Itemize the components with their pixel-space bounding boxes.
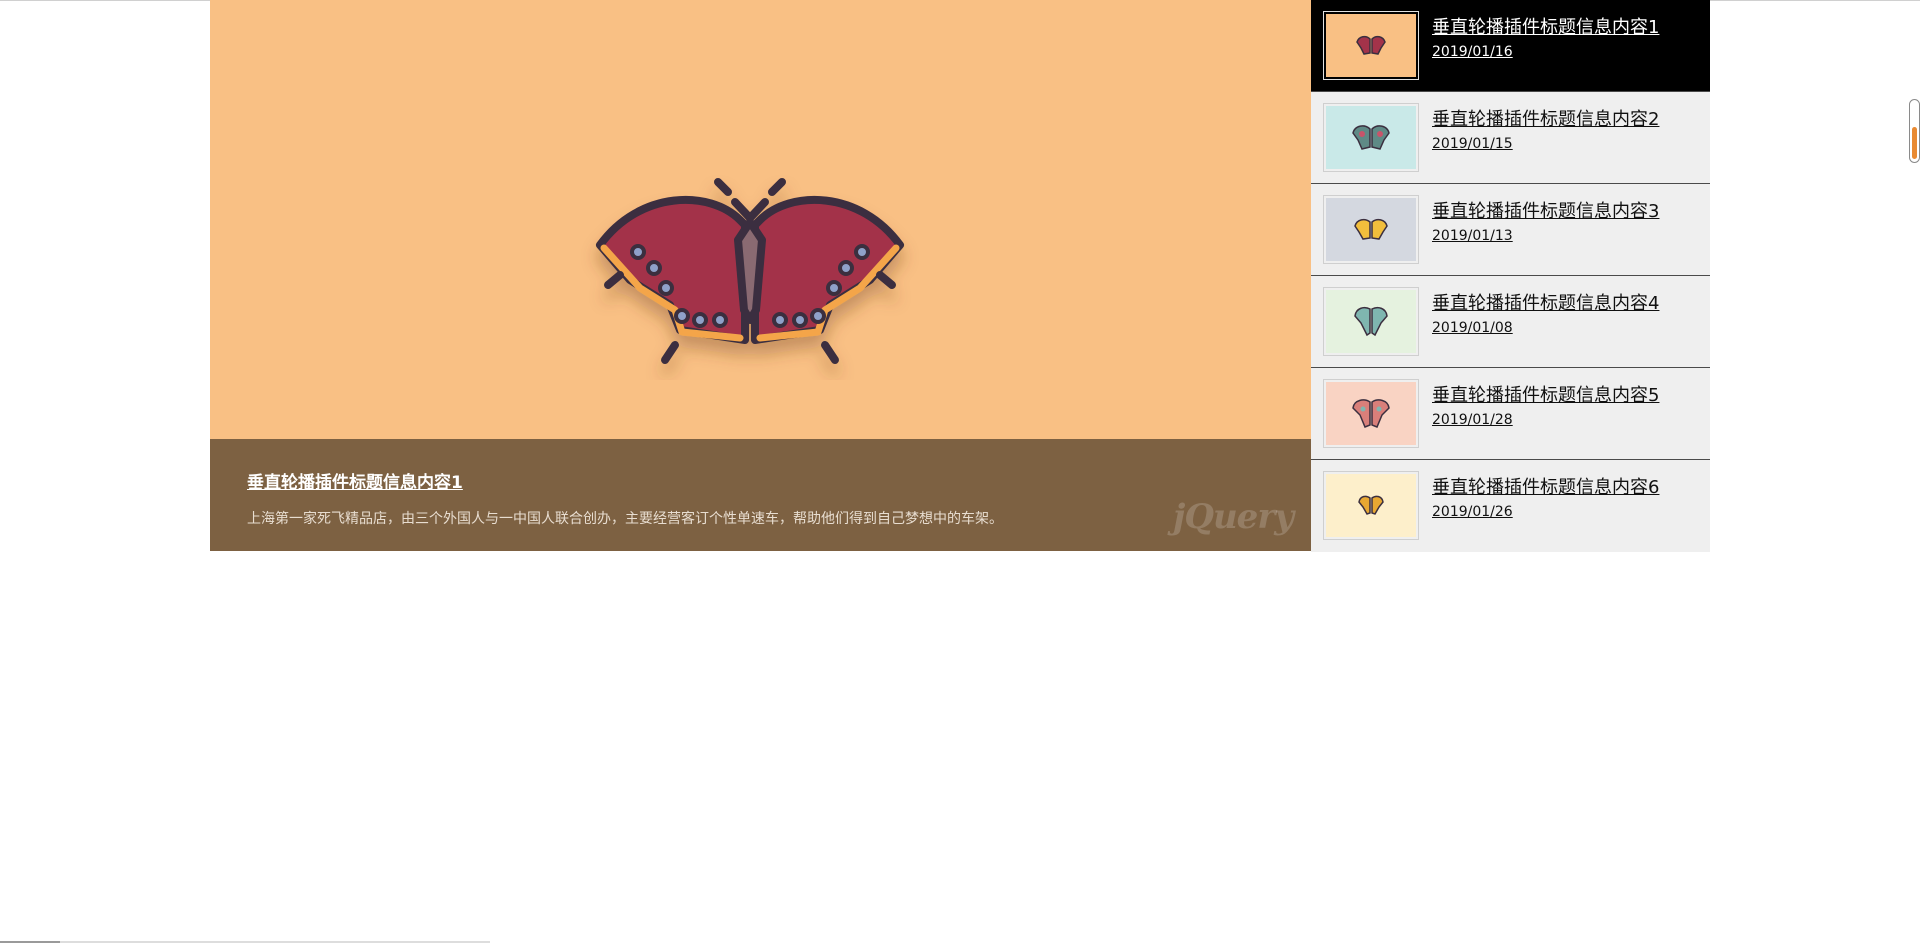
butterfly-icon bbox=[1352, 124, 1390, 150]
butterfly-icon bbox=[1356, 35, 1386, 55]
slide-caption: 垂直轮播插件标题信息内容1 上海第一家死飞精品店，由三个外国人与一中国人联合创办… bbox=[210, 439, 1311, 551]
slide-title-link[interactable]: 垂直轮播插件标题信息内容1 bbox=[247, 468, 463, 493]
page-scrollbar-thumb[interactable] bbox=[1912, 127, 1917, 159]
butterfly-icon bbox=[1352, 398, 1390, 428]
butterfly-icon bbox=[596, 178, 904, 364]
thumbnail-date[interactable]: 2019/01/13 bbox=[1432, 228, 1513, 244]
thumbnail-image bbox=[1323, 195, 1419, 264]
thumbnail-image bbox=[1323, 471, 1419, 540]
page-scrollbar[interactable] bbox=[1909, 99, 1920, 163]
slide-description: 上海第一家死飞精品店，由三个外国人与一中国人联合创办，主要经营客订个性单速车，帮… bbox=[247, 511, 1003, 527]
thumbnail-date[interactable]: 2019/01/08 bbox=[1432, 320, 1513, 336]
thumbnail-title[interactable]: 垂直轮播插件标题信息内容1 bbox=[1432, 13, 1659, 39]
thumbnail-item[interactable]: 垂直轮播插件标题信息内容5 2019/01/28 bbox=[1311, 368, 1710, 460]
thumbnail-title[interactable]: 垂直轮播插件标题信息内容2 bbox=[1432, 105, 1659, 131]
thumbnail-date[interactable]: 2019/01/28 bbox=[1432, 412, 1513, 428]
butterfly-icon bbox=[1358, 495, 1384, 515]
main-slide[interactable]: 垂直轮播插件标题信息内容1 上海第一家死飞精品店，由三个外国人与一中国人联合创办… bbox=[210, 0, 1311, 551]
thumbnail-date[interactable]: 2019/01/15 bbox=[1432, 136, 1513, 152]
thumbnail-title[interactable]: 垂直轮播插件标题信息内容3 bbox=[1432, 197, 1659, 223]
thumbnail-item[interactable]: 垂直轮播插件标题信息内容2 2019/01/15 bbox=[1311, 92, 1710, 184]
thumbnail-image bbox=[1323, 379, 1419, 448]
thumbnail-item[interactable]: 垂直轮播插件标题信息内容1 2019/01/16 bbox=[1311, 0, 1710, 92]
thumbnail-date[interactable]: 2019/01/26 bbox=[1432, 504, 1513, 520]
thumbnail-list: 垂直轮播插件标题信息内容1 2019/01/16 垂直轮播插件标题信息内容2 2… bbox=[1311, 0, 1710, 552]
butterfly-icon bbox=[1354, 218, 1388, 240]
thumbnail-title[interactable]: 垂直轮播插件标题信息内容5 bbox=[1432, 381, 1659, 407]
thumbnail-image bbox=[1323, 103, 1419, 172]
thumbnail-item[interactable]: 垂直轮播插件标题信息内容3 2019/01/13 bbox=[1311, 184, 1710, 276]
thumbnail-image bbox=[1323, 287, 1419, 356]
jquery-watermark-logo: jQuery bbox=[1173, 497, 1294, 537]
thumbnail-item[interactable]: 垂直轮播插件标题信息内容4 2019/01/08 bbox=[1311, 276, 1710, 368]
thumbnail-title[interactable]: 垂直轮播插件标题信息内容6 bbox=[1432, 473, 1659, 499]
vertical-carousel: 垂直轮播插件标题信息内容1 上海第一家死飞精品店，由三个外国人与一中国人联合创办… bbox=[210, 0, 1710, 552]
thumbnail-title[interactable]: 垂直轮播插件标题信息内容4 bbox=[1432, 289, 1659, 315]
thumbnail-date[interactable]: 2019/01/16 bbox=[1432, 44, 1513, 60]
butterfly-icon bbox=[1354, 306, 1388, 336]
thumbnail-image bbox=[1323, 11, 1419, 80]
thumbnail-item[interactable]: 垂直轮播插件标题信息内容6 2019/01/26 bbox=[1311, 460, 1710, 552]
